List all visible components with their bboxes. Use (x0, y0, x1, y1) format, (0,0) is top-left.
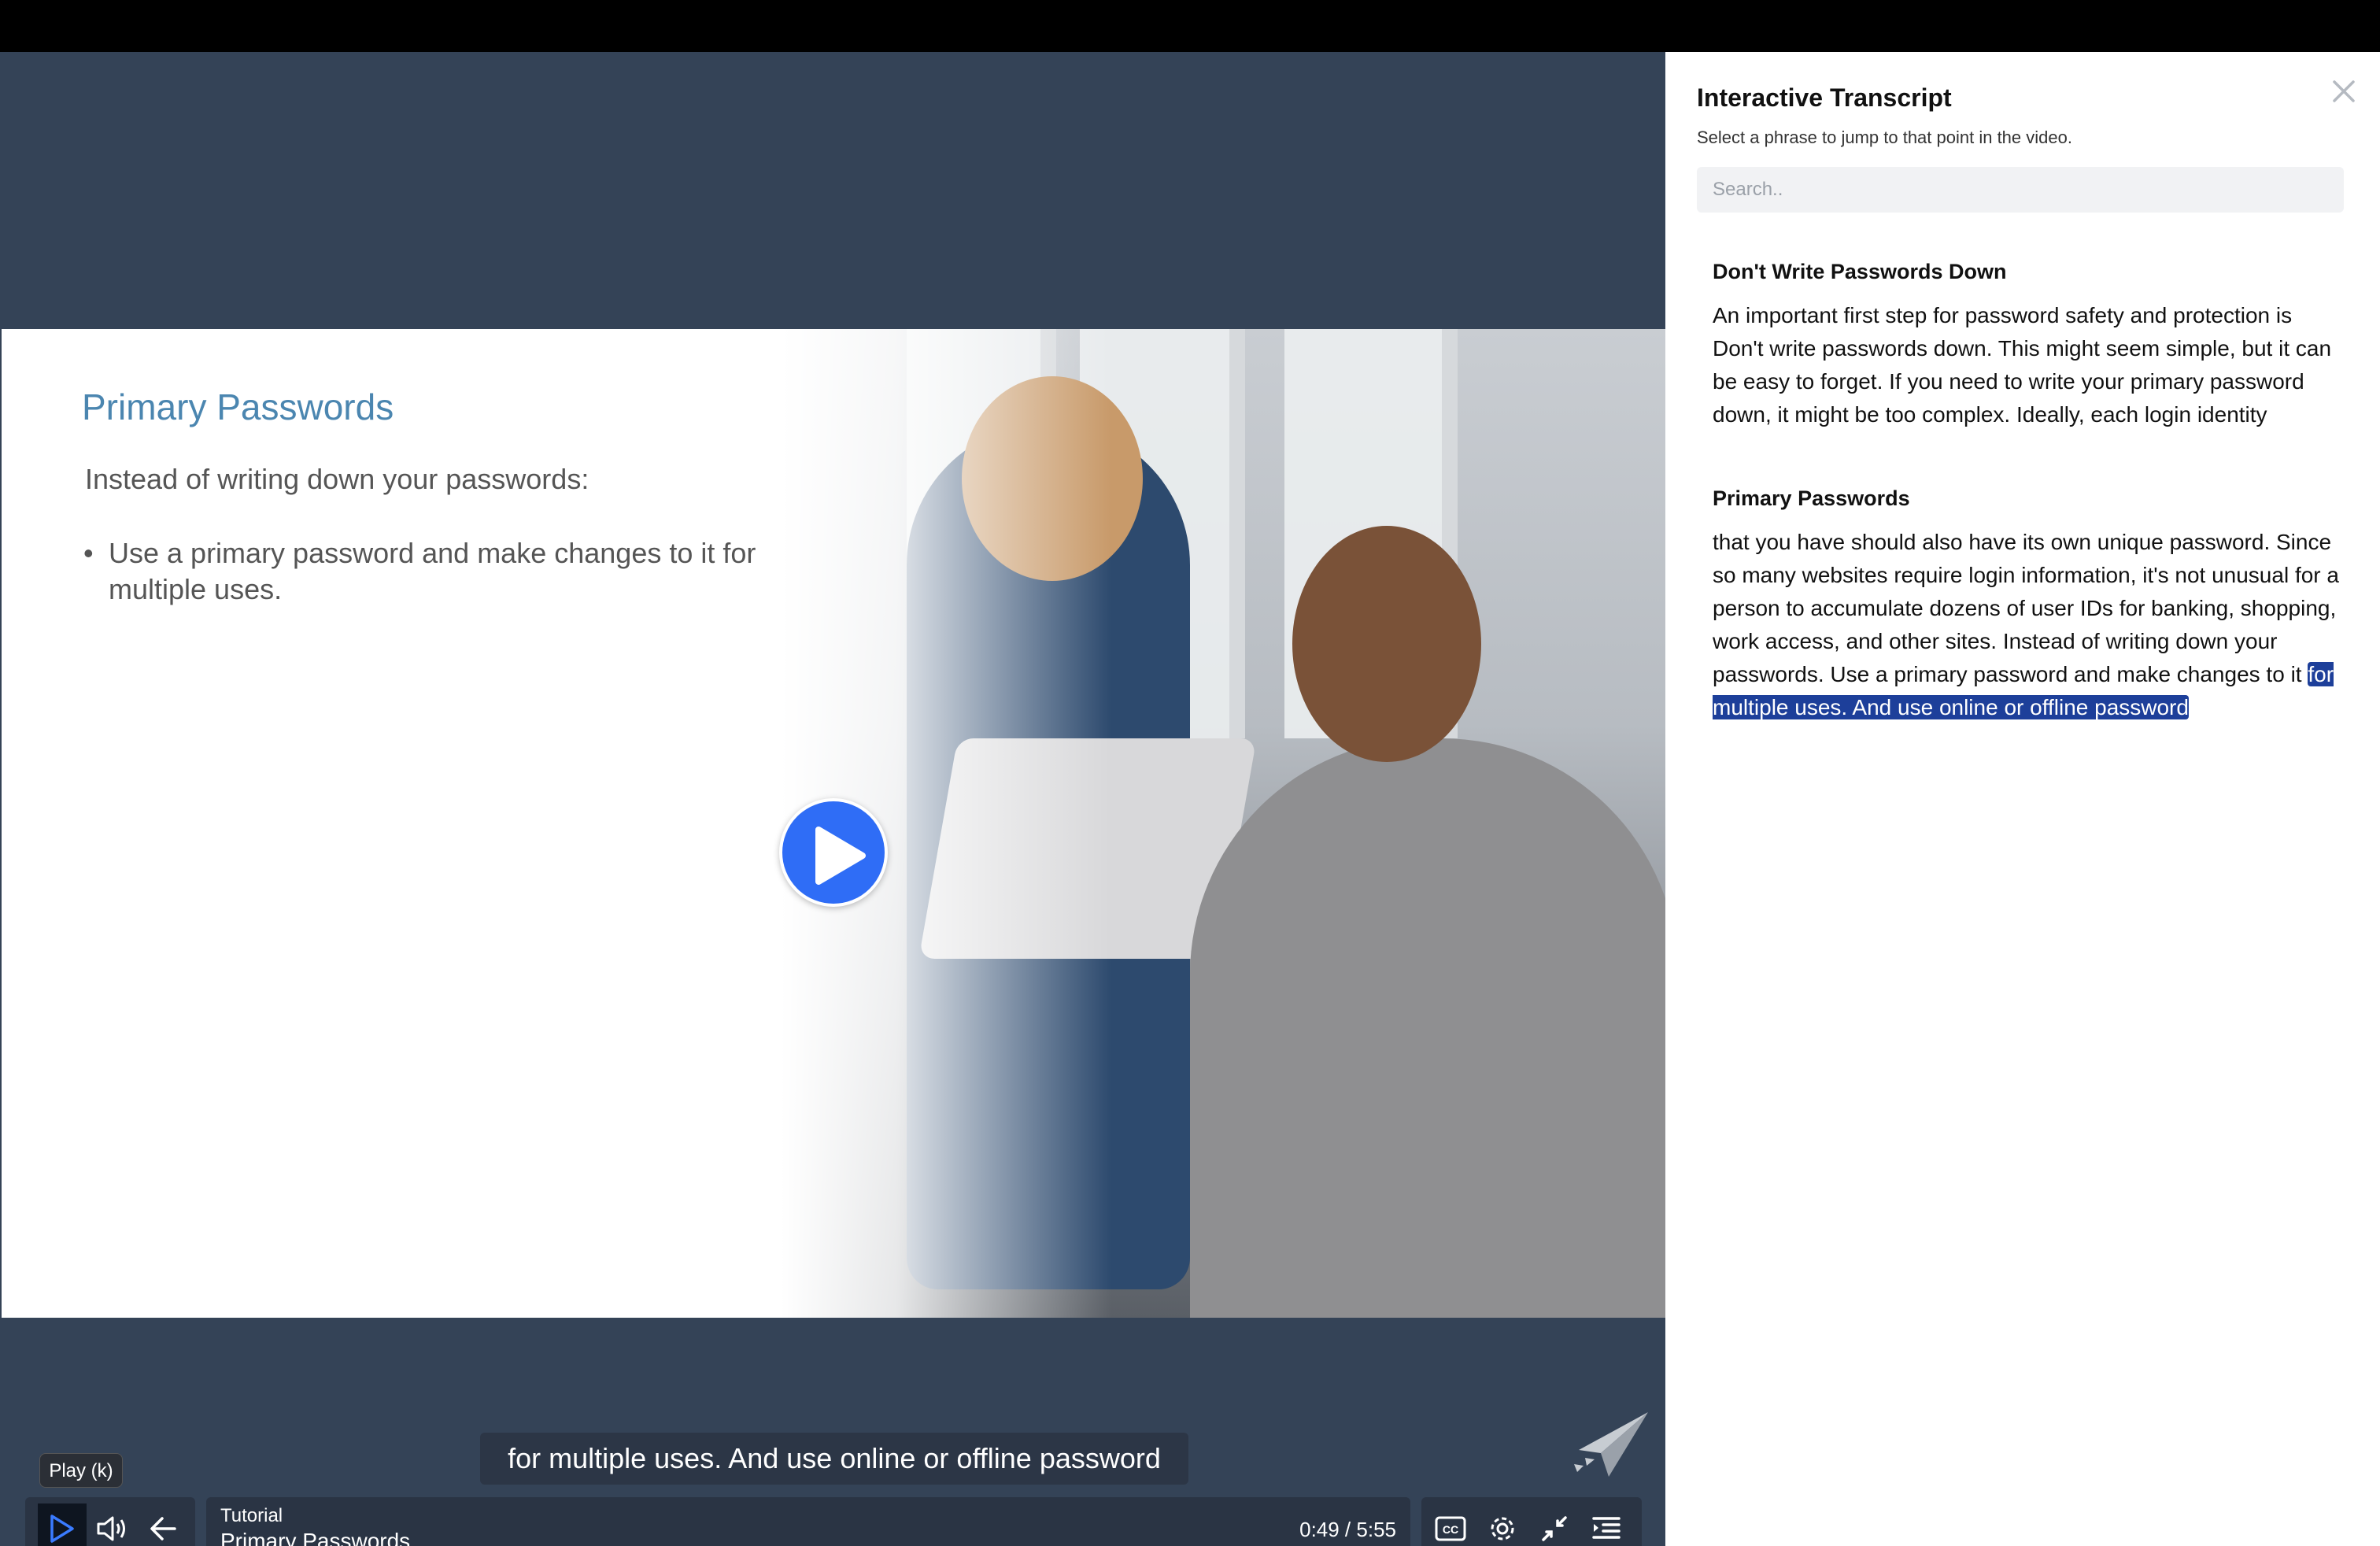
gear-icon (1491, 1517, 1514, 1540)
top-bar (0, 0, 2380, 52)
svg-text:CC: CC (1443, 1523, 1458, 1536)
volume-icon (97, 1516, 125, 1541)
slide-title: Primary Passwords (82, 386, 394, 427)
brand-logo-icon (1574, 1412, 1648, 1477)
slide-bullet: Use a primary password and make changes … (83, 535, 770, 608)
settings-button[interactable] (1478, 1503, 1527, 1546)
transcript-text[interactable]: that you have should also have its own u… (1713, 530, 2339, 686)
play-icon (815, 827, 866, 885)
play-tooltip: Play (k) (39, 1453, 123, 1488)
transcript-section-heading: Primary Passwords (1713, 486, 1910, 510)
media-info-bar: Tutorial Primary Passwords 0:49 / 5:55 (206, 1497, 1410, 1546)
volume-button[interactable] (88, 1503, 137, 1546)
transcript-section-heading: Don't Write Passwords Down (1713, 260, 2007, 283)
transcript-paragraph[interactable]: that you have should also have its own u… (1713, 526, 2342, 724)
caption-text: for multiple uses. And use online or off… (480, 1433, 1188, 1485)
closed-captions-icon: CC (1435, 1516, 1466, 1541)
media-title: Primary Passwords (220, 1529, 411, 1546)
collapse-icon (1542, 1516, 1567, 1541)
play-icon (50, 1515, 74, 1543)
back-button[interactable] (139, 1503, 187, 1546)
captions-button[interactable]: CC (1426, 1503, 1475, 1546)
person-man (1190, 738, 1665, 1318)
playback-controls (25, 1497, 195, 1546)
big-play-button[interactable] (779, 798, 888, 907)
transcript-icon (1592, 1517, 1621, 1539)
transcript-subtitle: Select a phrase to jump to that point in… (1697, 128, 2072, 147)
man-head (1292, 526, 1481, 762)
slide-photo (781, 329, 1665, 1318)
slide-intro: Instead of writing down your passwords: (85, 463, 589, 495)
time-display: 0:49 / 5:55 (1299, 1518, 1396, 1541)
transcript-panel: Interactive Transcript Select a phrase t… (1665, 52, 2380, 1546)
play-button[interactable] (38, 1503, 87, 1546)
player-options: CC (1421, 1497, 1642, 1546)
video-player[interactable]: Primary Passwords Instead of writing dow… (0, 52, 1665, 1546)
arrow-left-icon (150, 1517, 176, 1540)
close-icon[interactable] (2328, 76, 2360, 107)
media-type: Tutorial (220, 1505, 283, 1526)
exit-fullscreen-button[interactable] (1530, 1503, 1579, 1546)
transcript-paragraph[interactable]: An important first step for password saf… (1713, 299, 2342, 431)
transcript-button[interactable] (1582, 1503, 1631, 1546)
transcript-title: Interactive Transcript (1697, 83, 1952, 112)
transcript-search-input[interactable] (1697, 167, 2344, 213)
